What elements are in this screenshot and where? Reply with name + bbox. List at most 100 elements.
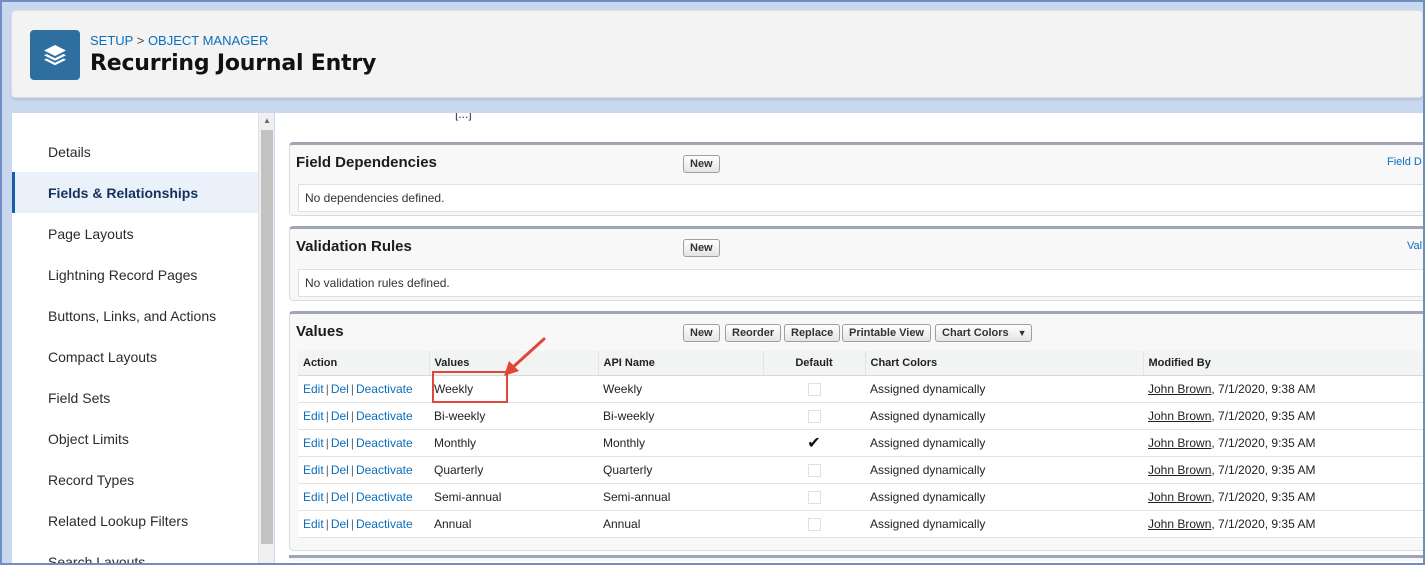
- sidebar-scrollbar[interactable]: ▲: [258, 113, 274, 563]
- modified-by-cell: John Brown, 7/1/2020, 9:35 AM: [1143, 429, 1423, 457]
- modified-date: , 7/1/2020, 9:35 AM: [1211, 408, 1316, 423]
- action-separator: |: [325, 516, 329, 531]
- field-dependencies-empty: No dependencies defined.: [298, 184, 1423, 212]
- delete-link[interactable]: Del: [331, 436, 349, 450]
- row-actions: Edit | Del | Deactivate: [298, 510, 429, 538]
- replace-button[interactable]: Replace: [784, 324, 841, 342]
- value-cell: Bi-weekly: [429, 402, 598, 430]
- delete-link[interactable]: Del: [331, 517, 349, 531]
- value-cell: Annual: [429, 510, 598, 538]
- deactivate-link[interactable]: Deactivate: [356, 490, 413, 504]
- validation-rules-section: Validation Rules New Val No validation r…: [289, 226, 1423, 301]
- edit-link[interactable]: Edit: [303, 409, 324, 423]
- edit-link[interactable]: Edit: [303, 463, 324, 477]
- chart-color-cell: Assigned dynamically: [865, 402, 1143, 430]
- table-row: Edit | Del | Deactivate Quarterly Quarterly Ass…: [298, 456, 1423, 484]
- edit-link[interactable]: Edit: [303, 382, 324, 396]
- table-row: Edit | Del | Deactivate Semi-annual Semi-annua…: [298, 483, 1423, 511]
- column-header-default: Default: [762, 351, 865, 376]
- chart-color-cell: Assigned dynamically: [865, 483, 1143, 511]
- chart-colors-dropdown[interactable]: Chart Colors ▼: [935, 324, 1032, 342]
- deactivate-link[interactable]: Deactivate: [356, 409, 413, 423]
- sidebar-top-padding: [12, 113, 258, 131]
- scrollbar-thumb[interactable]: [261, 130, 273, 544]
- table-row: Edit | Del | Deactivate Bi-weekly Bi-weekly Ass…: [298, 402, 1423, 430]
- sidebar-item[interactable]: Details: [12, 131, 258, 172]
- clipped-text: [...]: [455, 113, 472, 121]
- table-row: Edit | Del | Deactivate Monthly Monthly ✔ Assign…: [298, 429, 1423, 457]
- user-link[interactable]: John Brown: [1148, 382, 1211, 396]
- api-name-cell: Monthly: [598, 429, 763, 457]
- annotation-highlight-box: [432, 371, 508, 403]
- window-frame: SETUP > OBJECT MANAGER Recurring Journal…: [0, 0, 1425, 565]
- chart-color-cell: Assigned dynamically: [865, 510, 1143, 538]
- sidebar-item[interactable]: Fields & Relationships: [12, 172, 258, 213]
- deactivate-link[interactable]: Deactivate: [356, 382, 413, 396]
- deactivate-link[interactable]: Deactivate: [356, 436, 413, 450]
- row-actions: Edit | Del | Deactivate: [298, 429, 429, 457]
- validation-rules-help-link[interactable]: Val: [1407, 240, 1422, 252]
- action-separator: |: [325, 435, 329, 450]
- modified-by-cell: John Brown, 7/1/2020, 9:35 AM: [1143, 510, 1423, 538]
- sidebar-item[interactable]: Compact Layouts: [12, 336, 258, 377]
- user-link[interactable]: John Brown: [1148, 463, 1211, 477]
- delete-link[interactable]: Del: [331, 409, 349, 423]
- row-actions: Edit | Del | Deactivate: [298, 402, 429, 430]
- value-cell: Quarterly: [429, 456, 598, 484]
- breadcrumb-setup-link[interactable]: SETUP: [90, 33, 133, 48]
- page-title: Recurring Journal Entry: [90, 51, 377, 76]
- api-name-cell: Bi-weekly: [598, 402, 763, 430]
- action-separator: |: [325, 381, 329, 396]
- edit-link[interactable]: Edit: [303, 490, 324, 504]
- deactivate-link[interactable]: Deactivate: [356, 463, 413, 477]
- checkbox-empty-icon: [807, 517, 821, 531]
- user-link[interactable]: John Brown: [1148, 436, 1211, 450]
- delete-link[interactable]: Del: [331, 382, 349, 396]
- row-actions: Edit | Del | Deactivate: [298, 483, 429, 511]
- values-new-button[interactable]: New: [683, 324, 720, 342]
- column-header-chart-colors: Chart Colors: [864, 351, 1143, 376]
- sidebar-item[interactable]: Field Sets: [12, 377, 258, 418]
- api-name-cell: Weekly: [598, 375, 763, 403]
- field-dependencies-help-link[interactable]: Field D: [1387, 156, 1422, 168]
- chevron-down-icon: ▼: [1017, 328, 1027, 338]
- values-section: Values New Reorder Replace Printable Vie…: [289, 311, 1423, 551]
- sidebar-item[interactable]: Object Limits: [12, 418, 258, 459]
- section-title: Values: [296, 323, 344, 340]
- modified-by-cell: John Brown, 7/1/2020, 9:38 AM: [1143, 375, 1423, 403]
- deactivate-link[interactable]: Deactivate: [356, 517, 413, 531]
- edit-link[interactable]: Edit: [303, 517, 324, 531]
- action-separator: |: [350, 381, 354, 396]
- sidebar-item[interactable]: Buttons, Links, and Actions: [12, 295, 258, 336]
- reorder-button[interactable]: Reorder: [725, 324, 782, 342]
- user-link[interactable]: John Brown: [1148, 490, 1211, 504]
- table-row: Edit | Del | Deactivate Annual Annual Assigned …: [298, 510, 1423, 538]
- user-link[interactable]: John Brown: [1148, 517, 1211, 531]
- user-link[interactable]: John Brown: [1148, 409, 1211, 423]
- breadcrumb: SETUP > OBJECT MANAGER: [90, 33, 268, 48]
- printable-view-button[interactable]: Printable View: [842, 324, 931, 342]
- default-cell: [763, 510, 865, 538]
- default-cell: ✔: [763, 429, 865, 457]
- validation-rules-empty: No validation rules defined.: [298, 269, 1423, 297]
- validation-rules-new-button[interactable]: New: [683, 239, 720, 257]
- action-separator: |: [325, 462, 329, 477]
- column-header-api-name: API Name: [597, 351, 763, 376]
- chart-color-cell: Assigned dynamically: [865, 429, 1143, 457]
- delete-link[interactable]: Del: [331, 490, 349, 504]
- sidebar-item[interactable]: Lightning Record Pages: [12, 254, 258, 295]
- main-content: [...] Field Dependencies New Field D No …: [275, 113, 1423, 563]
- field-dependencies-new-button[interactable]: New: [683, 155, 720, 173]
- delete-link[interactable]: Del: [331, 463, 349, 477]
- modified-date: , 7/1/2020, 9:38 AM: [1211, 381, 1316, 396]
- default-cell: [763, 402, 865, 430]
- sidebar-item[interactable]: Related Lookup Filters: [12, 500, 258, 541]
- edit-link[interactable]: Edit: [303, 436, 324, 450]
- sidebar-item[interactable]: Search Layouts: [12, 541, 258, 564]
- sidebar-item[interactable]: Page Layouts: [12, 213, 258, 254]
- scroll-up-arrow-icon[interactable]: ▲: [262, 116, 272, 126]
- field-dependencies-section: Field Dependencies New Field D No depend…: [289, 142, 1423, 216]
- sidebar-item[interactable]: Record Types: [12, 459, 258, 500]
- breadcrumb-object-manager-link[interactable]: OBJECT MANAGER: [148, 33, 268, 48]
- breadcrumb-separator: >: [133, 33, 148, 48]
